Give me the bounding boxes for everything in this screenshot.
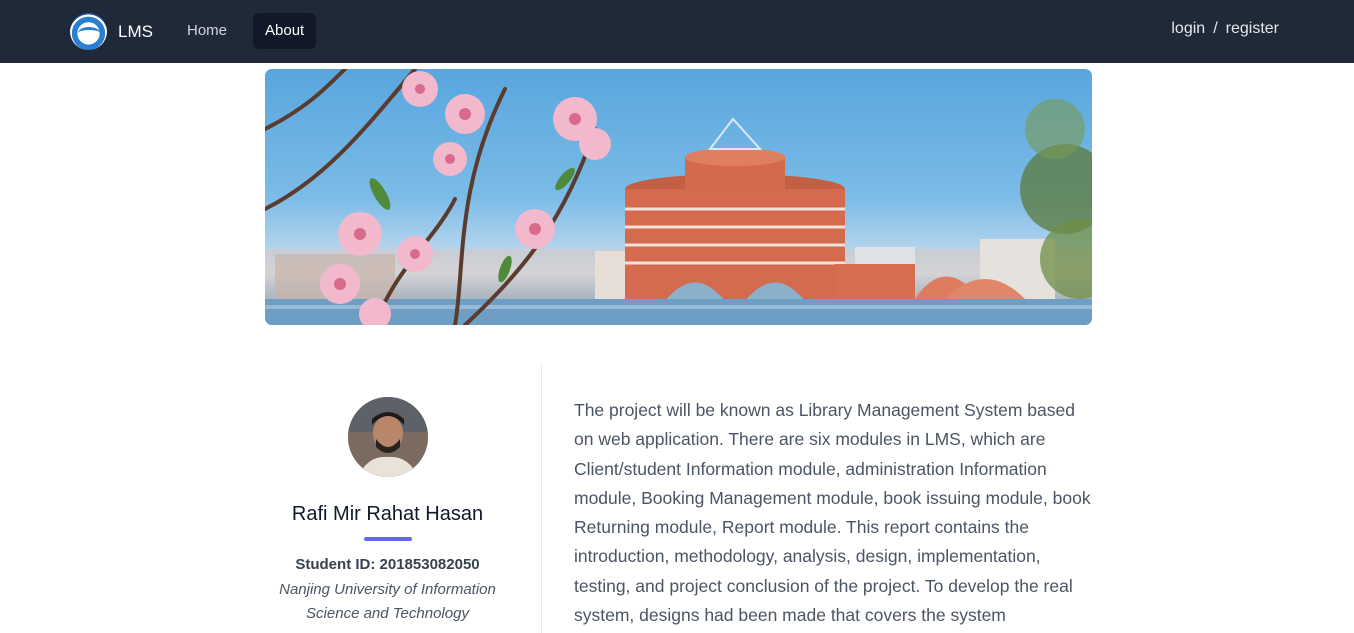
avatar-photo-icon [347,397,428,477]
university-logo-icon [70,13,107,50]
login-link[interactable]: login [1171,20,1205,38]
auth-links: login / register [1171,20,1279,38]
brand[interactable]: LMS [70,13,153,50]
project-description: The project will be known as Library Man… [574,400,1091,626]
nav-about-link[interactable]: About [253,13,317,49]
campus-illustration [265,69,1092,325]
student-id: Student ID: 201853082050 [295,556,480,573]
brand-text: LMS [118,21,153,41]
profile-name: Rafi Mir Rahat Hasan [291,503,484,525]
top-navbar: LMS Home About login / register [0,0,1354,63]
nav-home-link[interactable]: Home [175,13,239,49]
name-underline [363,537,412,541]
register-link[interactable]: register [1226,20,1279,38]
profile-card: Rafi Mir Rahat Hasan Student ID: 2018530… [265,397,510,626]
column-divider [541,365,542,633]
avatar [347,397,428,477]
auth-separator: / [1213,20,1218,37]
hero-banner-image [265,69,1092,325]
university-name: Nanjing University of Information Scienc… [279,581,496,622]
